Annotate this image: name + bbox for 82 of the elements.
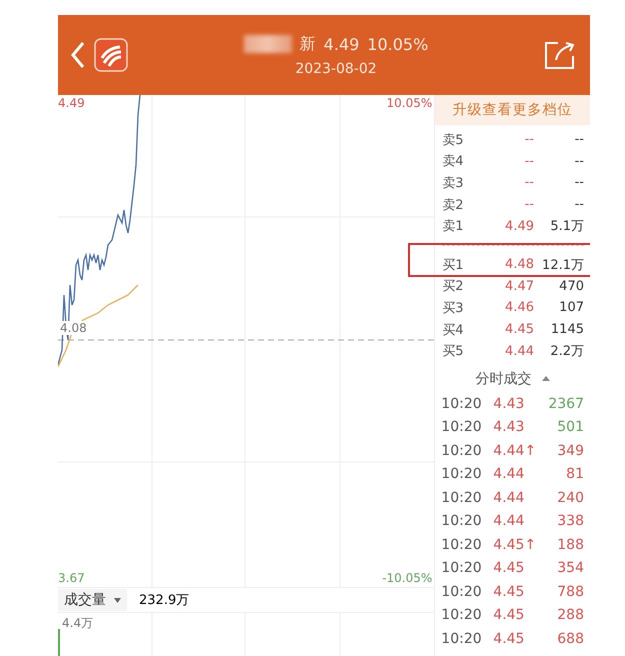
- stock-change: 10.05%: [367, 34, 428, 54]
- trade-price: 4.44: [493, 490, 526, 506]
- bid-price: 4.44: [504, 344, 534, 359]
- trade-price: 4.44↑: [493, 442, 538, 459]
- ask-price: --: [524, 175, 534, 190]
- bid-volume: 12.1万: [541, 256, 584, 274]
- trade-volume: 338: [556, 513, 584, 530]
- trade-price: 4.44: [493, 513, 526, 530]
- bid-level: 买1: [442, 256, 465, 274]
- stock-name: 新: [300, 34, 316, 54]
- bid-level: 买2: [442, 278, 465, 296]
- ask-volume: --: [574, 197, 584, 212]
- trade-time: 10:20: [441, 396, 483, 412]
- bid-level: 买3: [442, 300, 465, 317]
- bid-price: 4.47: [504, 278, 534, 294]
- trade-price: 4.44: [493, 466, 526, 482]
- bid-volume: 470: [558, 278, 584, 294]
- trade-price: 4.43: [493, 396, 526, 412]
- app-logo-icon: [94, 38, 128, 72]
- trade-time: 10:20: [441, 466, 483, 482]
- stock-price: 4.49: [324, 34, 360, 54]
- bid-volume: 1145: [550, 322, 584, 338]
- trade-price: 4.45↑: [493, 536, 538, 553]
- bid-price: 4.45: [504, 322, 534, 338]
- trade-volume: 188: [556, 536, 584, 553]
- ask-volume: 5.1万: [549, 218, 584, 236]
- trade-price: 4.45: [493, 584, 526, 600]
- volume-max-label: 4.4万: [62, 615, 94, 632]
- ask-level: 卖4: [442, 153, 465, 170]
- trade-volume: 688: [556, 630, 584, 647]
- ask-level: 卖1: [442, 218, 465, 236]
- trade-time: 10:20: [441, 419, 483, 436]
- bid-volume: 2.2万: [549, 343, 584, 360]
- trade-volume: 501: [556, 419, 584, 436]
- trade-time: 10:20: [441, 630, 483, 647]
- bid-level: 买4: [442, 322, 465, 339]
- bid-price: 4.46: [504, 300, 534, 316]
- trade-volume: 349: [556, 442, 584, 459]
- ask-price: --: [524, 154, 534, 169]
- trade-volume: 81: [565, 466, 584, 482]
- ask-level: 卖3: [442, 174, 465, 192]
- blurred-name: [244, 35, 292, 53]
- bid-volume: 107: [558, 300, 584, 316]
- trade-volume: 240: [556, 490, 584, 506]
- trade-volume: 788: [556, 584, 584, 600]
- trade-price: 4.45: [493, 607, 526, 624]
- caret-up-icon: [542, 376, 550, 382]
- low-price-label: 3.67: [58, 571, 85, 585]
- ask-price: --: [524, 197, 534, 212]
- ask-volume: --: [574, 132, 584, 148]
- ask-price: --: [524, 132, 534, 148]
- high-price-label: 4.49: [58, 96, 85, 110]
- trade-time: 10:20: [441, 584, 483, 600]
- ask-level: 卖2: [442, 196, 465, 214]
- ask-volume: --: [574, 175, 584, 190]
- trade-volume: 354: [556, 560, 584, 576]
- trade-date: 2023-08-02: [295, 60, 377, 76]
- ask-price: 4.49: [504, 218, 534, 234]
- trade-time: 10:20: [441, 560, 483, 576]
- base-price-label: 4.08: [60, 321, 87, 335]
- trade-time: 10:20: [441, 607, 483, 624]
- volume-total: 232.9万: [139, 592, 190, 609]
- trade-price: 4.45: [493, 560, 526, 576]
- low-percent-label: -10.05%: [382, 571, 432, 585]
- trade-price: 4.45: [493, 630, 526, 647]
- trades-header[interactable]: 分时成交: [435, 366, 590, 392]
- caret-icon: [114, 598, 121, 602]
- ask-level: 卖5: [442, 132, 465, 149]
- bid-price: 4.48: [504, 257, 534, 272]
- indicator-dropdown[interactable]: 成交量: [58, 589, 127, 611]
- ask-volume: --: [574, 154, 584, 169]
- back-icon[interactable]: [70, 41, 86, 69]
- trade-price: 4.43: [493, 419, 526, 436]
- trade-time: 10:20: [441, 513, 483, 530]
- trade-volume: 2367: [547, 396, 584, 412]
- bid-level: 买5: [442, 343, 465, 360]
- trade-volume: 288: [556, 607, 584, 624]
- trade-time: 10:20: [441, 536, 483, 553]
- trade-time: 10:20: [441, 490, 483, 506]
- high-percent-label: 10.05%: [386, 96, 432, 110]
- share-icon[interactable]: [544, 40, 576, 70]
- trade-time: 10:20: [441, 442, 483, 459]
